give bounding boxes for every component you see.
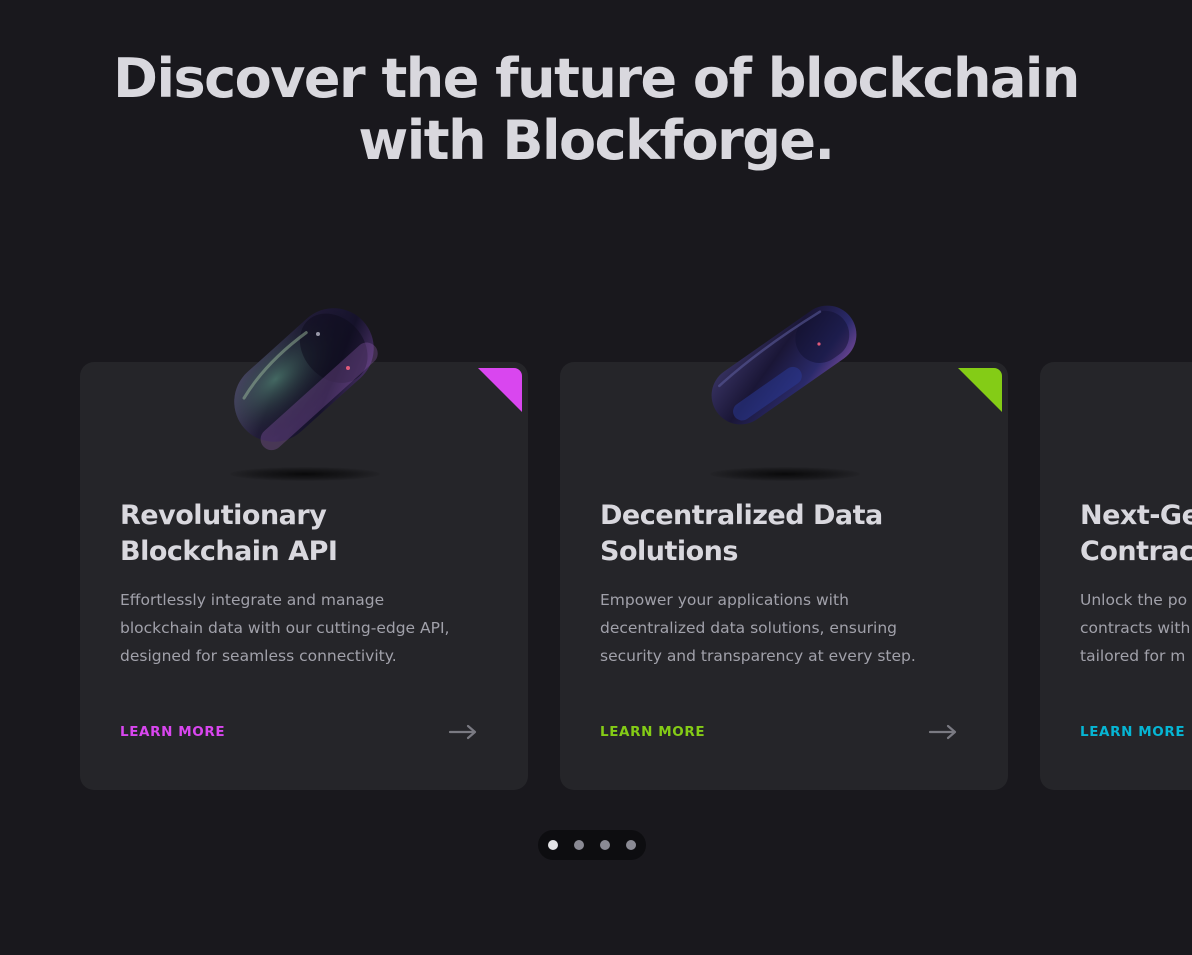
- card-title: Next-Ge Contrac: [1080, 498, 1192, 570]
- pill-3d-image: [711, 305, 857, 425]
- card-title-line: Revolutionary: [120, 500, 327, 531]
- corner-accent: [478, 368, 522, 412]
- card-description-line: designed for seamless connectivity.: [120, 647, 397, 665]
- carousel-pagination: [538, 830, 646, 860]
- features-section: Discover the future of blockchain with B…: [0, 0, 1192, 955]
- learn-more-link[interactable]: LEARN MORE: [600, 724, 705, 740]
- card-description-line: Empower your applications with: [600, 591, 849, 609]
- card-description: Effortlessly integrate and manage blockc…: [120, 586, 500, 670]
- pagination-dot-active[interactable]: [548, 840, 558, 850]
- hero-title: Discover the future of blockchain with B…: [0, 48, 1192, 172]
- pill-shadow: [230, 467, 380, 481]
- hero-title-line: with Blockforge.: [358, 109, 835, 172]
- pill-3d-image: [234, 308, 378, 451]
- learn-more-link[interactable]: LEARN MORE: [120, 724, 225, 740]
- card-description: Empower your applications with decentral…: [600, 586, 980, 670]
- card-title: Revolutionary Blockchain API: [120, 498, 490, 570]
- card-description-line: Effortlessly integrate and manage: [120, 591, 385, 609]
- pagination-dot[interactable]: [626, 840, 636, 850]
- card-title-line: Contrac: [1080, 536, 1192, 567]
- arrow-right-icon[interactable]: [928, 722, 958, 742]
- card-description-line: blockchain data with our cutting-edge AP…: [120, 619, 450, 637]
- arrow-right-icon[interactable]: [448, 722, 478, 742]
- card-title-line: Blockchain API: [120, 536, 338, 567]
- card-description: Unlock the po contracts with tailored fo…: [1080, 586, 1192, 670]
- card-title-line: Solutions: [600, 536, 738, 567]
- pagination-dot[interactable]: [600, 840, 610, 850]
- card-title-line: Decentralized Data: [600, 500, 883, 531]
- feature-card-next-gen: Next-Ge Contrac Unlock the po contracts …: [1040, 362, 1192, 790]
- hero-title-line: Discover the future of blockchain: [113, 47, 1080, 110]
- card-description-line: tailored for m: [1080, 647, 1186, 665]
- pill-shadow: [710, 467, 860, 481]
- pagination-dot[interactable]: [574, 840, 584, 850]
- card-description-line: security and transparency at every step.: [600, 647, 916, 665]
- card-description-line: contracts with: [1080, 619, 1191, 637]
- card-description-line: Unlock the po: [1080, 591, 1188, 609]
- card-title: Decentralized Data Solutions: [600, 498, 970, 570]
- learn-more-link[interactable]: LEARN MORE: [1080, 724, 1185, 740]
- corner-accent: [958, 368, 1002, 412]
- card-title-line: Next-Ge: [1080, 500, 1192, 531]
- card-description-line: decentralized data solutions, ensuring: [600, 619, 898, 637]
